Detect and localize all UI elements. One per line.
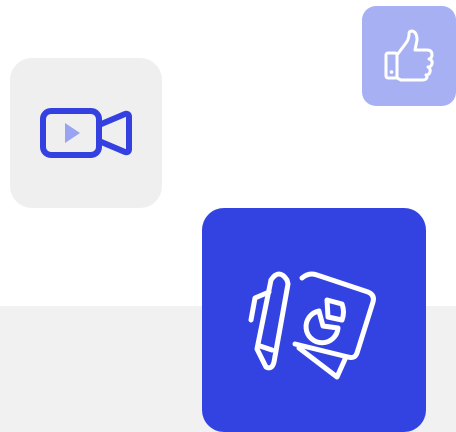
report-tile[interactable]: [202, 208, 426, 432]
pen-band: [257, 343, 275, 353]
video-tile[interactable]: [10, 58, 162, 208]
notebook-pie-chart-icon: [239, 260, 389, 380]
play-triangle: [65, 123, 80, 143]
thumb-cuff: [384, 51, 399, 80]
thumbs-up-icon: [382, 29, 436, 83]
pen-body: [254, 271, 291, 371]
thumb-cuff-dot: [389, 70, 394, 74]
like-tile[interactable]: [362, 6, 456, 106]
camera-lens: [96, 110, 132, 156]
pie-chart-slice: [324, 297, 346, 323]
video-camera-icon: [39, 107, 133, 159]
thumb-hand: [395, 29, 434, 82]
notebook: [292, 271, 376, 360]
